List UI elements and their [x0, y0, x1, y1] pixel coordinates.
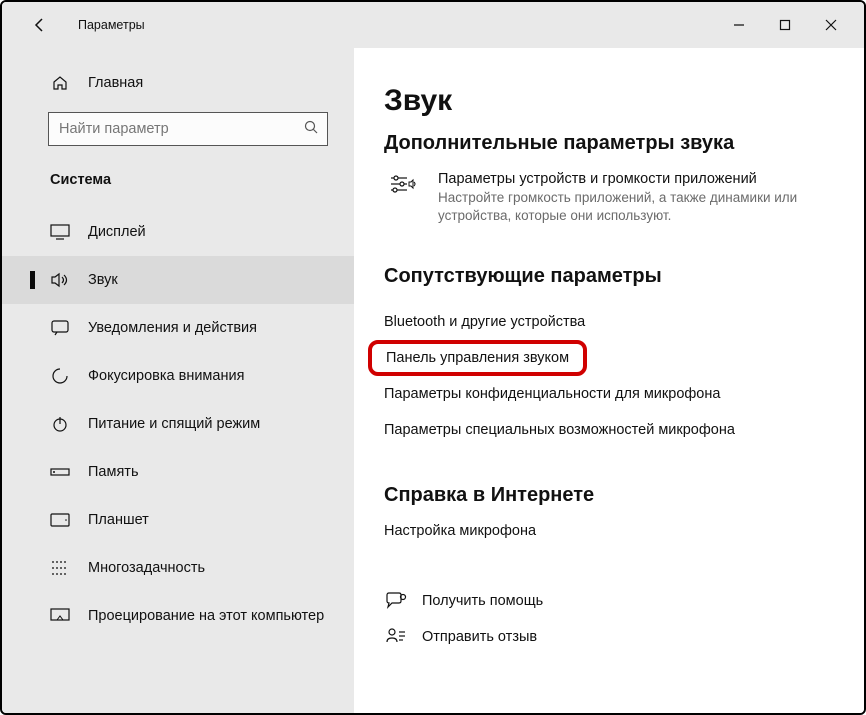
power-icon [50, 415, 70, 433]
sidebar-item-focus[interactable]: Фокусировка внимания [2, 352, 354, 400]
sidebar-home[interactable]: Главная [2, 68, 354, 98]
page-title: Звук [384, 84, 852, 118]
home-icon [50, 74, 70, 92]
focus-icon [50, 367, 70, 385]
sidebar-item-tablet[interactable]: Планшет [2, 496, 354, 544]
storage-icon [50, 466, 70, 478]
search-icon [303, 119, 319, 140]
link-mic-setup[interactable]: Настройка микрофона [384, 523, 852, 549]
option-text: Параметры устройств и громкости приложен… [438, 171, 852, 225]
window-controls [716, 2, 854, 48]
sidebar-item-projecting[interactable]: Проецирование на этот компьютер [2, 592, 354, 640]
sidebar-item-label: Память [88, 464, 139, 480]
link-mic-accessibility[interactable]: Параметры специальных возможностей микро… [384, 412, 852, 448]
get-help-label: Получить помощь [422, 593, 543, 609]
section-related-title: Сопутствующие параметры [384, 265, 852, 288]
multitasking-icon [50, 560, 70, 576]
sidebar-item-label: Питание и спящий режим [88, 416, 260, 432]
feedback-row[interactable]: Отправить отзыв [384, 619, 852, 655]
sidebar-item-label: Уведомления и действия [88, 320, 257, 336]
link-mic-privacy[interactable]: Параметры конфиденциальности для микрофо… [384, 376, 852, 412]
related-links: Bluetooth и другие устройства Панель упр… [384, 304, 852, 448]
sidebar-item-notifications[interactable]: Уведомления и действия [2, 304, 354, 352]
sound-icon [50, 272, 70, 288]
minimize-button[interactable] [716, 2, 762, 48]
window-title: Параметры [78, 18, 145, 32]
sidebar-category: Система [50, 172, 354, 188]
option-app-volume[interactable]: Параметры устройств и громкости приложен… [384, 171, 852, 225]
back-button[interactable] [20, 16, 60, 34]
display-icon [50, 224, 70, 240]
search-box[interactable] [48, 112, 328, 146]
sidebar-item-label: Дисплей [88, 224, 146, 240]
option-title: Параметры устройств и громкости приложен… [438, 171, 852, 187]
feedback-label: Отправить отзыв [422, 629, 537, 645]
search-input[interactable] [59, 121, 303, 137]
get-help-row[interactable]: Получить помощь [384, 583, 852, 619]
sidebar-item-multitasking[interactable]: Многозадачность [2, 544, 354, 592]
section-advanced-title: Дополнительные параметры звука [384, 132, 852, 155]
sidebar-item-label: Планшет [88, 512, 149, 528]
search-wrapper [48, 112, 328, 146]
sliders-icon [384, 171, 422, 225]
projecting-icon [50, 608, 70, 624]
close-button[interactable] [808, 2, 854, 48]
sidebar-item-label: Звук [88, 272, 118, 288]
section-help-title: Справка в Интернете [384, 484, 852, 507]
link-sound-control-panel[interactable]: Панель управления звуком [368, 340, 587, 376]
sidebar-item-power[interactable]: Питание и спящий режим [2, 400, 354, 448]
sidebar-home-label: Главная [88, 75, 143, 91]
titlebar: Параметры [2, 2, 864, 48]
notifications-icon [50, 320, 70, 336]
sidebar-item-label: Проецирование на этот компьютер [88, 608, 324, 624]
sidebar-item-label: Фокусировка внимания [88, 368, 244, 384]
link-bluetooth[interactable]: Bluetooth и другие устройства [384, 304, 852, 340]
sidebar: Главная Система Дисплей [2, 48, 354, 713]
sidebar-item-sound[interactable]: Звук [2, 256, 354, 304]
sidebar-nav: Дисплей Звук Уведомления и действия [2, 208, 354, 640]
window-body: Главная Система Дисплей [2, 48, 864, 713]
sidebar-item-storage[interactable]: Память [2, 448, 354, 496]
sidebar-item-display[interactable]: Дисплей [2, 208, 354, 256]
tablet-icon [50, 512, 70, 528]
help-icon [384, 591, 408, 611]
main-content: Звук Дополнительные параметры звука [354, 48, 864, 713]
maximize-button[interactable] [762, 2, 808, 48]
option-desc: Настройте громкость приложений, а также … [438, 189, 852, 225]
sidebar-item-label: Многозадачность [88, 560, 205, 576]
feedback-icon [384, 627, 408, 647]
settings-window: Параметры Главная [0, 0, 866, 715]
